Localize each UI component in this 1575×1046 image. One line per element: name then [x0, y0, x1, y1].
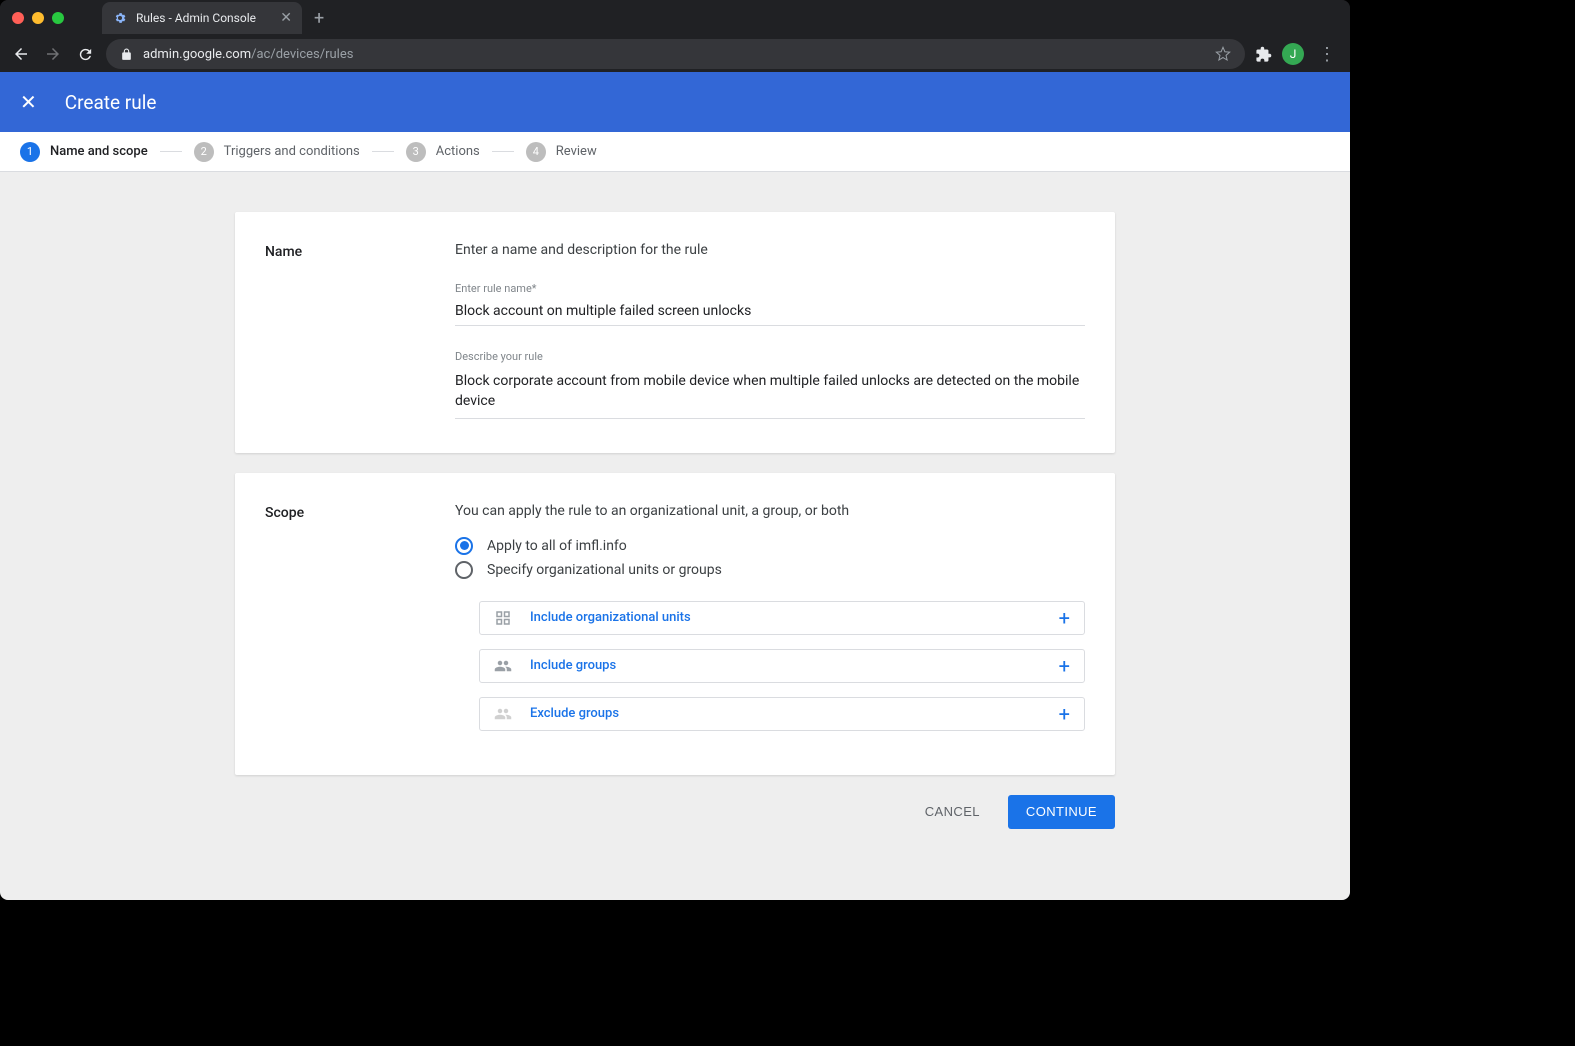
favicon-icon — [112, 10, 128, 26]
radio-icon — [455, 537, 473, 555]
name-card: Name Enter a name and description for th… — [235, 212, 1115, 453]
step-label: Triggers and conditions — [224, 144, 360, 159]
chip-label: Include organizational units — [530, 610, 691, 625]
radio-label: Specify organizational units or groups — [487, 562, 722, 578]
include-org-units-row[interactable]: Include organizational units + — [479, 601, 1085, 635]
card-heading: Scope — [265, 503, 455, 745]
step-label: Actions — [436, 144, 480, 159]
browser-tab[interactable]: Rules - Admin Console ✕ — [102, 2, 302, 34]
card-heading: Name — [265, 242, 455, 423]
chip-label: Include groups — [530, 658, 616, 673]
radio-icon — [455, 561, 473, 579]
radio-apply-all[interactable]: Apply to all of imfl.info — [455, 537, 1085, 555]
lock-icon — [120, 48, 133, 61]
step-divider — [372, 151, 394, 152]
bookmark-star-icon[interactable] — [1215, 46, 1231, 62]
group-icon — [494, 705, 512, 723]
step-label: Name and scope — [50, 144, 148, 159]
step-actions[interactable]: 3 Actions — [406, 142, 480, 162]
group-icon — [494, 657, 512, 675]
plus-icon[interactable]: + — [1059, 608, 1070, 628]
plus-icon[interactable]: + — [1059, 656, 1070, 676]
forward-button[interactable] — [42, 45, 64, 63]
include-groups-row[interactable]: Include groups + — [479, 649, 1085, 683]
org-unit-icon — [494, 609, 512, 627]
browser-toolbar: admin.google.com /ac/devices/rules J ⋮ — [0, 36, 1350, 72]
avatar-initial: J — [1290, 47, 1297, 61]
close-icon[interactable]: ✕ — [20, 90, 37, 114]
step-triggers[interactable]: 2 Triggers and conditions — [194, 142, 360, 162]
scope-hint: You can apply the rule to an organizatio… — [455, 503, 1085, 519]
name-hint: Enter a name and description for the rul… — [455, 242, 1085, 258]
step-number: 3 — [406, 142, 426, 162]
address-bar[interactable]: admin.google.com /ac/devices/rules — [106, 39, 1245, 69]
browser-window: Rules - Admin Console ✕ + admin.google.c… — [0, 0, 1350, 900]
step-name-scope[interactable]: 1 Name and scope — [20, 142, 148, 162]
url-host: admin.google.com — [143, 47, 251, 62]
page-title: Create rule — [65, 91, 157, 114]
rule-name-label: Enter rule name* — [455, 282, 1085, 295]
step-number: 4 — [526, 142, 546, 162]
window-controls: Rules - Admin Console ✕ + — [0, 0, 1350, 36]
step-label: Review — [556, 144, 597, 159]
profile-avatar[interactable]: J — [1282, 43, 1304, 65]
scroll-area[interactable]: Name Enter a name and description for th… — [0, 172, 1350, 900]
stepper: 1 Name and scope 2 Triggers and conditio… — [0, 132, 1350, 172]
scope-card: Scope You can apply the rule to an organ… — [235, 473, 1115, 775]
continue-button[interactable]: CONTINUE — [1008, 795, 1115, 829]
step-review[interactable]: 4 Review — [526, 142, 597, 162]
step-number: 2 — [194, 142, 214, 162]
url-path: /ac/devices/rules — [251, 47, 353, 62]
step-number: 1 — [20, 142, 40, 162]
step-divider — [492, 151, 514, 152]
step-divider — [160, 151, 182, 152]
new-tab-button[interactable]: + — [314, 8, 324, 29]
macos-close-dot[interactable] — [12, 12, 24, 24]
reload-button[interactable] — [74, 46, 96, 63]
radio-label: Apply to all of imfl.info — [487, 538, 627, 554]
action-bar: CANCEL CONTINUE — [235, 795, 1115, 829]
rule-name-input[interactable] — [455, 299, 1085, 326]
exclude-groups-row[interactable]: Exclude groups + — [479, 697, 1085, 731]
rule-desc-input[interactable] — [455, 367, 1085, 419]
tab-strip: Rules - Admin Console ✕ + — [102, 0, 324, 36]
macos-minimize-dot[interactable] — [32, 12, 44, 24]
extensions-icon[interactable] — [1255, 46, 1272, 63]
radio-specify[interactable]: Specify organizational units or groups — [455, 561, 1085, 579]
plus-icon[interactable]: + — [1059, 704, 1070, 724]
browser-menu-icon[interactable]: ⋮ — [1314, 44, 1340, 65]
chip-label: Exclude groups — [530, 706, 619, 721]
rule-desc-label: Describe your rule — [455, 350, 1085, 363]
tab-title: Rules - Admin Console — [136, 11, 256, 25]
back-button[interactable] — [10, 45, 32, 63]
app-bar: ✕ Create rule — [0, 72, 1350, 132]
cancel-button[interactable]: CANCEL — [907, 795, 998, 829]
page-viewport: ✕ Create rule 1 Name and scope 2 Trigger… — [0, 72, 1350, 900]
tab-close-icon[interactable]: ✕ — [272, 10, 292, 26]
macos-zoom-dot[interactable] — [52, 12, 64, 24]
